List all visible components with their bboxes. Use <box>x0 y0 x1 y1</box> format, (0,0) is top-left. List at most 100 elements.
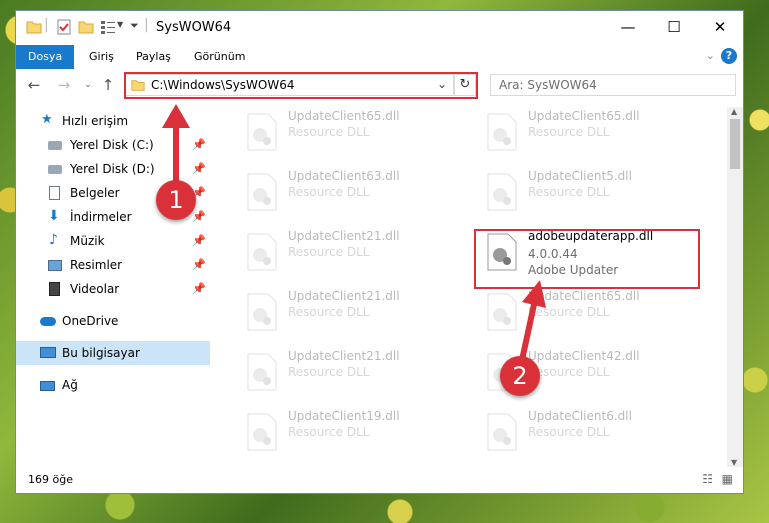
download-icon: ⬇ <box>48 208 60 224</box>
file-type: Resource DLL <box>528 185 610 199</box>
sidebar-item-label: Belgeler <box>70 186 120 200</box>
sidebar-item-pictures[interactable]: Resimler 📌 <box>16 253 210 277</box>
sidebar-item-disk-c[interactable]: Yerel Disk (C:) 📌 <box>16 133 210 157</box>
scrollbar-thumb[interactable] <box>730 119 740 169</box>
dll-file-icon <box>487 293 517 331</box>
dll-file-icon <box>487 113 517 151</box>
list-item[interactable]: UpdateClient19.dll Resource DLL <box>240 407 460 459</box>
tab-view[interactable]: Görünüm <box>182 45 257 69</box>
star-icon: ★ <box>41 112 53 127</box>
recent-locations-icon[interactable]: ⌄ <box>78 74 98 96</box>
file-name: UpdateClient65.dll <box>288 109 400 123</box>
sidebar-item-label: Ağ <box>62 378 78 392</box>
details-view-icon[interactable]: ☷ <box>702 472 713 486</box>
dll-file-icon <box>487 173 517 211</box>
minimize-button[interactable]: — <box>605 11 651 43</box>
computer-icon <box>40 347 56 358</box>
file-name: UpdateClient21.dll <box>288 349 400 363</box>
up-arrow-icon[interactable]: ↑ <box>98 74 118 96</box>
address-highlight-box <box>124 72 478 99</box>
list-item[interactable]: UpdateClient21.dll Resource DLL <box>240 347 460 399</box>
list-item[interactable]: UpdateClient21.dll Resource DLL <box>240 227 460 279</box>
videos-icon <box>49 282 60 296</box>
list-item[interactable]: UpdateClient65.dll Resource DLL <box>480 107 700 159</box>
drive-icon <box>48 141 62 150</box>
forward-arrow-icon[interactable]: → <box>54 74 74 96</box>
sidebar-item-network[interactable]: Ağ <box>16 373 210 397</box>
navigation-bar: ← → ⌄ ↑ C:\Windows\SysWOW64 ⌄ ↻ Ara: Sys… <box>16 71 743 99</box>
list-item[interactable]: UpdateClient65.dll Resource DLL <box>480 287 700 339</box>
sidebar-item-label: Resimler <box>70 258 123 272</box>
title-bar: | ▼ ⏷ | SysWOW64 — ☐ ✕ <box>16 11 743 45</box>
documents-icon <box>49 186 60 200</box>
file-name: UpdateClient65.dll <box>528 109 640 123</box>
sidebar-item-quick-access[interactable]: ★ Hızlı erişim <box>16 109 210 133</box>
file-type: Resource DLL <box>528 305 610 319</box>
cloud-icon <box>40 317 56 326</box>
file-type: Resource DLL <box>288 425 370 439</box>
item-count: 169 öğe <box>28 473 73 486</box>
file-name: UpdateClient19.dll <box>288 409 400 423</box>
help-button[interactable]: ? <box>721 48 737 64</box>
network-icon <box>40 381 55 391</box>
file-name: UpdateClient65.dll <box>528 289 640 303</box>
list-item[interactable]: UpdateClient5.dll Resource DLL <box>480 167 700 219</box>
pin-icon[interactable]: 📌 <box>192 253 206 277</box>
sidebar-item-this-pc[interactable]: Bu bilgisayar <box>16 341 210 365</box>
pin-icon[interactable]: 📌 <box>192 277 206 301</box>
dll-file-icon <box>487 413 517 451</box>
file-type: Resource DLL <box>288 125 370 139</box>
view-list-icon[interactable] <box>100 19 116 35</box>
pictures-icon <box>48 260 62 271</box>
folder-icon <box>26 21 42 34</box>
large-icons-view-icon[interactable]: ▦ <box>722 472 733 486</box>
explorer-window: | ▼ ⏷ | SysWOW64 — ☐ ✕ Dosya Giriş Payla… <box>15 10 744 494</box>
search-input[interactable]: Ara: SysWOW64 <box>499 78 597 92</box>
tab-share[interactable]: Paylaş <box>124 45 183 69</box>
tab-file[interactable]: Dosya <box>16 45 75 69</box>
vertical-scrollbar[interactable]: ▲ ▼ <box>727 107 743 467</box>
drive-icon <box>48 165 62 174</box>
back-arrow-icon[interactable]: ← <box>24 74 44 96</box>
file-name: UpdateClient42.dll <box>528 349 640 363</box>
new-folder-icon[interactable] <box>78 19 94 35</box>
pin-icon[interactable]: 📌 <box>192 229 206 253</box>
file-highlight-box <box>474 229 700 289</box>
dll-file-icon <box>247 233 277 271</box>
callout-two: 2 <box>500 356 540 396</box>
search-box[interactable]: Ara: SysWOW64 <box>490 74 736 96</box>
dll-file-icon <box>247 353 277 391</box>
tab-home[interactable]: Giriş <box>77 45 126 69</box>
close-button[interactable]: ✕ <box>697 11 743 43</box>
dll-file-icon <box>247 113 277 151</box>
file-type: Resource DLL <box>288 245 370 259</box>
scroll-up-icon[interactable]: ▲ <box>731 107 737 116</box>
pin-icon[interactable]: 📌 <box>192 205 206 229</box>
pin-icon[interactable]: 📌 <box>192 157 206 181</box>
sidebar-item-label: Videolar <box>70 282 120 296</box>
sidebar-item-music[interactable]: ♪ Müzik 📌 <box>16 229 210 253</box>
properties-icon[interactable] <box>56 19 72 35</box>
sidebar-item-label: Bu bilgisayar <box>62 346 140 360</box>
sidebar-item-disk-d[interactable]: Yerel Disk (D:) 📌 <box>16 157 210 181</box>
dll-file-icon <box>247 293 277 331</box>
list-item[interactable]: UpdateClient6.dll Resource DLL <box>480 407 700 459</box>
list-item[interactable]: UpdateClient21.dll Resource DLL <box>240 287 460 339</box>
maximize-button[interactable]: ☐ <box>651 11 697 43</box>
file-name: UpdateClient21.dll <box>288 229 400 243</box>
navigation-pane: ★ Hızlı erişim Yerel Disk (C:) 📌 Yerel D… <box>16 107 211 467</box>
sidebar-item-videos[interactable]: Videolar 📌 <box>16 277 210 301</box>
sidebar-item-label: Hızlı erişim <box>62 114 129 128</box>
list-item[interactable]: UpdateClient63.dll Resource DLL <box>240 167 460 219</box>
sidebar-item-label: Yerel Disk (C:) <box>70 138 154 152</box>
pin-icon[interactable]: 📌 <box>192 133 206 157</box>
expand-ribbon-icon[interactable]: ⌄ <box>706 49 715 62</box>
dll-file-icon <box>247 173 277 211</box>
sidebar-item-label: Yerel Disk (D:) <box>70 162 155 176</box>
file-name: UpdateClient6.dll <box>528 409 632 423</box>
dll-file-icon <box>247 413 277 451</box>
file-name: UpdateClient5.dll <box>528 169 632 183</box>
music-icon: ♪ <box>49 232 58 248</box>
list-item[interactable]: UpdateClient65.dll Resource DLL <box>240 107 460 159</box>
sidebar-item-onedrive[interactable]: OneDrive <box>16 309 210 333</box>
